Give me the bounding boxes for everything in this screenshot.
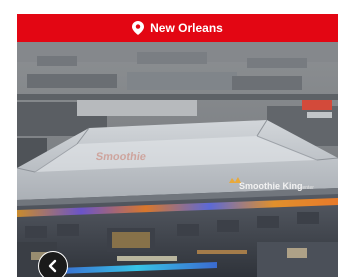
stadium-photo: Smoothie Smoothie King center — [17, 42, 338, 277]
back-button[interactable] — [38, 251, 68, 277]
location-card: New Orleans Smoothie Smoothie King cente… — [17, 14, 338, 277]
location-city: New Orleans — [150, 21, 223, 35]
location-pin-icon — [132, 21, 145, 35]
stadium-signage-sub: center — [300, 185, 314, 191]
svg-text:Smoothie: Smoothie — [95, 151, 147, 163]
location-banner: New Orleans — [17, 14, 338, 42]
chevron-left-icon — [46, 259, 60, 273]
stadium-signage: Smoothie King — [239, 181, 303, 191]
